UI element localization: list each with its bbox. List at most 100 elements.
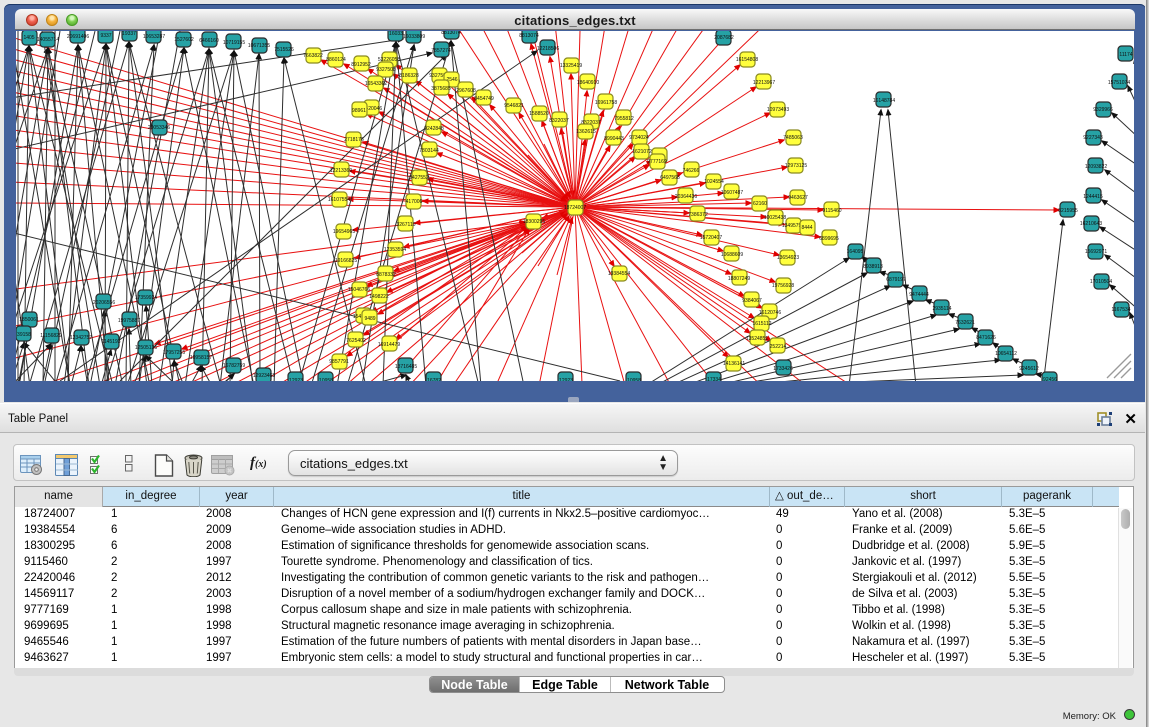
svg-text:1527602: 1527602 (174, 37, 194, 43)
svg-text:16120746: 16120746 (759, 310, 781, 316)
svg-text:14055714: 14055714 (37, 37, 59, 43)
svg-text:2718176: 2718176 (344, 137, 364, 143)
svg-text:9777169: 9777169 (647, 159, 667, 165)
svg-text:98961: 98961 (352, 108, 366, 114)
svg-text:13325419: 13325419 (560, 63, 582, 69)
svg-text:10688609: 10688609 (721, 252, 743, 258)
svg-text:12923: 12923 (559, 378, 573, 381)
svg-text:12505135: 12505135 (135, 345, 157, 351)
svg-text:1145193: 1145193 (101, 339, 120, 345)
svg-text:16914479: 16914479 (378, 342, 400, 348)
svg-text:16782: 16782 (427, 378, 441, 381)
svg-text:19975887: 19975887 (118, 318, 140, 324)
svg-text:18807249: 18807249 (728, 276, 750, 282)
svg-text:9115460: 9115460 (822, 208, 841, 214)
svg-text:7632621: 7632621 (955, 320, 975, 326)
svg-text:9489: 9489 (364, 316, 375, 322)
svg-text:1405: 1405 (23, 35, 34, 41)
svg-text:18640910: 18640910 (577, 80, 599, 86)
svg-text:3875685: 3875685 (431, 86, 451, 92)
svg-text:20364436: 20364436 (675, 194, 697, 200)
svg-text:16543362: 16543362 (365, 81, 387, 87)
svg-text:19756928: 19756928 (772, 283, 794, 289)
svg-text:7485063: 7485063 (783, 135, 803, 141)
svg-text:9337: 9337 (100, 33, 111, 39)
svg-text:1850061: 1850061 (19, 317, 39, 323)
svg-text:13524851: 13524851 (746, 336, 768, 342)
svg-text:12923468: 12923468 (253, 373, 275, 379)
svg-text:20206556: 20206556 (93, 300, 115, 306)
svg-text:17010504: 17010504 (1090, 279, 1112, 285)
svg-text:13716485: 13716485 (395, 364, 417, 370)
svg-text:16961758: 16961758 (595, 100, 617, 106)
svg-text:8938913: 8938913 (863, 264, 883, 270)
svg-text:164095: 164095 (847, 249, 864, 255)
svg-text:8186328: 8186328 (399, 73, 419, 79)
svg-text:1498222: 1498222 (369, 294, 389, 300)
svg-text:18300295: 18300295 (523, 219, 545, 225)
svg-text:12342757: 12342757 (70, 335, 92, 341)
svg-text:19337: 19337 (122, 31, 136, 37)
svg-text:62160: 62160 (753, 201, 767, 207)
svg-text:13654923: 13654923 (777, 255, 799, 261)
svg-text:16782759: 16782759 (223, 363, 245, 369)
svg-text:17957255: 17957255 (163, 350, 185, 356)
svg-text:17359924: 17359924 (135, 295, 157, 301)
svg-text:7663822: 7663822 (303, 53, 323, 59)
svg-text:19384554: 19384554 (608, 271, 630, 277)
svg-text:18724007: 18724007 (564, 205, 586, 211)
svg-text:9474444: 9474444 (909, 292, 929, 298)
svg-text:6466160: 6466160 (199, 38, 219, 44)
svg-text:12213967: 12213967 (753, 80, 775, 86)
svg-text:10719155: 10719155 (223, 40, 245, 46)
svg-text:15046766: 15046766 (348, 287, 370, 293)
svg-text:9384067: 9384067 (742, 298, 762, 304)
svg-text:10958: 10958 (319, 378, 333, 381)
svg-text:10654112: 10654112 (995, 351, 1017, 357)
svg-text:8427552: 8427552 (409, 175, 429, 181)
svg-text:1733426: 1733426 (773, 366, 793, 372)
svg-text:12973125: 12973125 (785, 163, 807, 169)
svg-text:16210643: 16210643 (1080, 221, 1102, 227)
svg-text:11174: 11174 (1119, 52, 1132, 58)
svg-text:12218506: 12218506 (537, 46, 559, 52)
svg-text:417006: 417006 (406, 199, 423, 205)
svg-text:9329966: 9329966 (1093, 107, 1113, 113)
svg-text:7857274: 7857274 (431, 48, 451, 54)
svg-text:1615112: 1615112 (752, 321, 771, 327)
svg-text:746266: 746266 (683, 168, 700, 174)
svg-text:12923: 12923 (289, 378, 303, 381)
svg-text:19166825: 19166825 (335, 258, 357, 264)
svg-text:8990443: 8990443 (604, 136, 624, 142)
svg-text:9734024: 9734024 (629, 135, 649, 141)
svg-text:8813074: 8813074 (441, 31, 461, 36)
svg-text:10958157: 10958157 (190, 355, 212, 361)
svg-text:8322037: 8322037 (549, 118, 569, 124)
svg-text:20053346: 20053346 (148, 125, 170, 131)
svg-text:15720407: 15720407 (700, 235, 722, 241)
svg-text:19654965: 19654965 (333, 229, 355, 235)
svg-text:16033809: 16033809 (403, 34, 425, 40)
svg-text:8471626: 8471626 (976, 335, 996, 341)
svg-text:15751074: 15751074 (1108, 80, 1130, 86)
svg-text:10607487: 10607487 (721, 190, 743, 196)
svg-text:10653287: 10653287 (143, 34, 165, 40)
svg-text:92456: 92456 (1043, 377, 1057, 381)
svg-text:8444: 8444 (801, 225, 812, 231)
svg-text:12093822: 12093822 (1085, 164, 1107, 170)
svg-text:6879197: 6879197 (886, 277, 906, 283)
svg-text:16107554: 16107554 (328, 197, 350, 203)
svg-text:10958: 10958 (627, 378, 641, 381)
svg-text:1167534: 1167534 (1111, 307, 1130, 313)
svg-text:39158: 39158 (17, 332, 31, 338)
svg-text:8813074: 8813074 (519, 33, 539, 39)
svg-text:10671355: 10671355 (248, 43, 270, 49)
svg-text:252214: 252214 (770, 344, 787, 350)
svg-text:7625402: 7625402 (346, 338, 366, 344)
svg-text:7515526: 7515526 (274, 47, 294, 53)
svg-text:10973493: 10973493 (767, 107, 789, 113)
svg-text:1244415: 1244415 (1083, 194, 1103, 200)
svg-text:12353594: 12353594 (384, 247, 406, 253)
svg-text:9546821: 9546821 (504, 103, 524, 109)
svg-text:2935114: 2935114 (932, 306, 951, 312)
